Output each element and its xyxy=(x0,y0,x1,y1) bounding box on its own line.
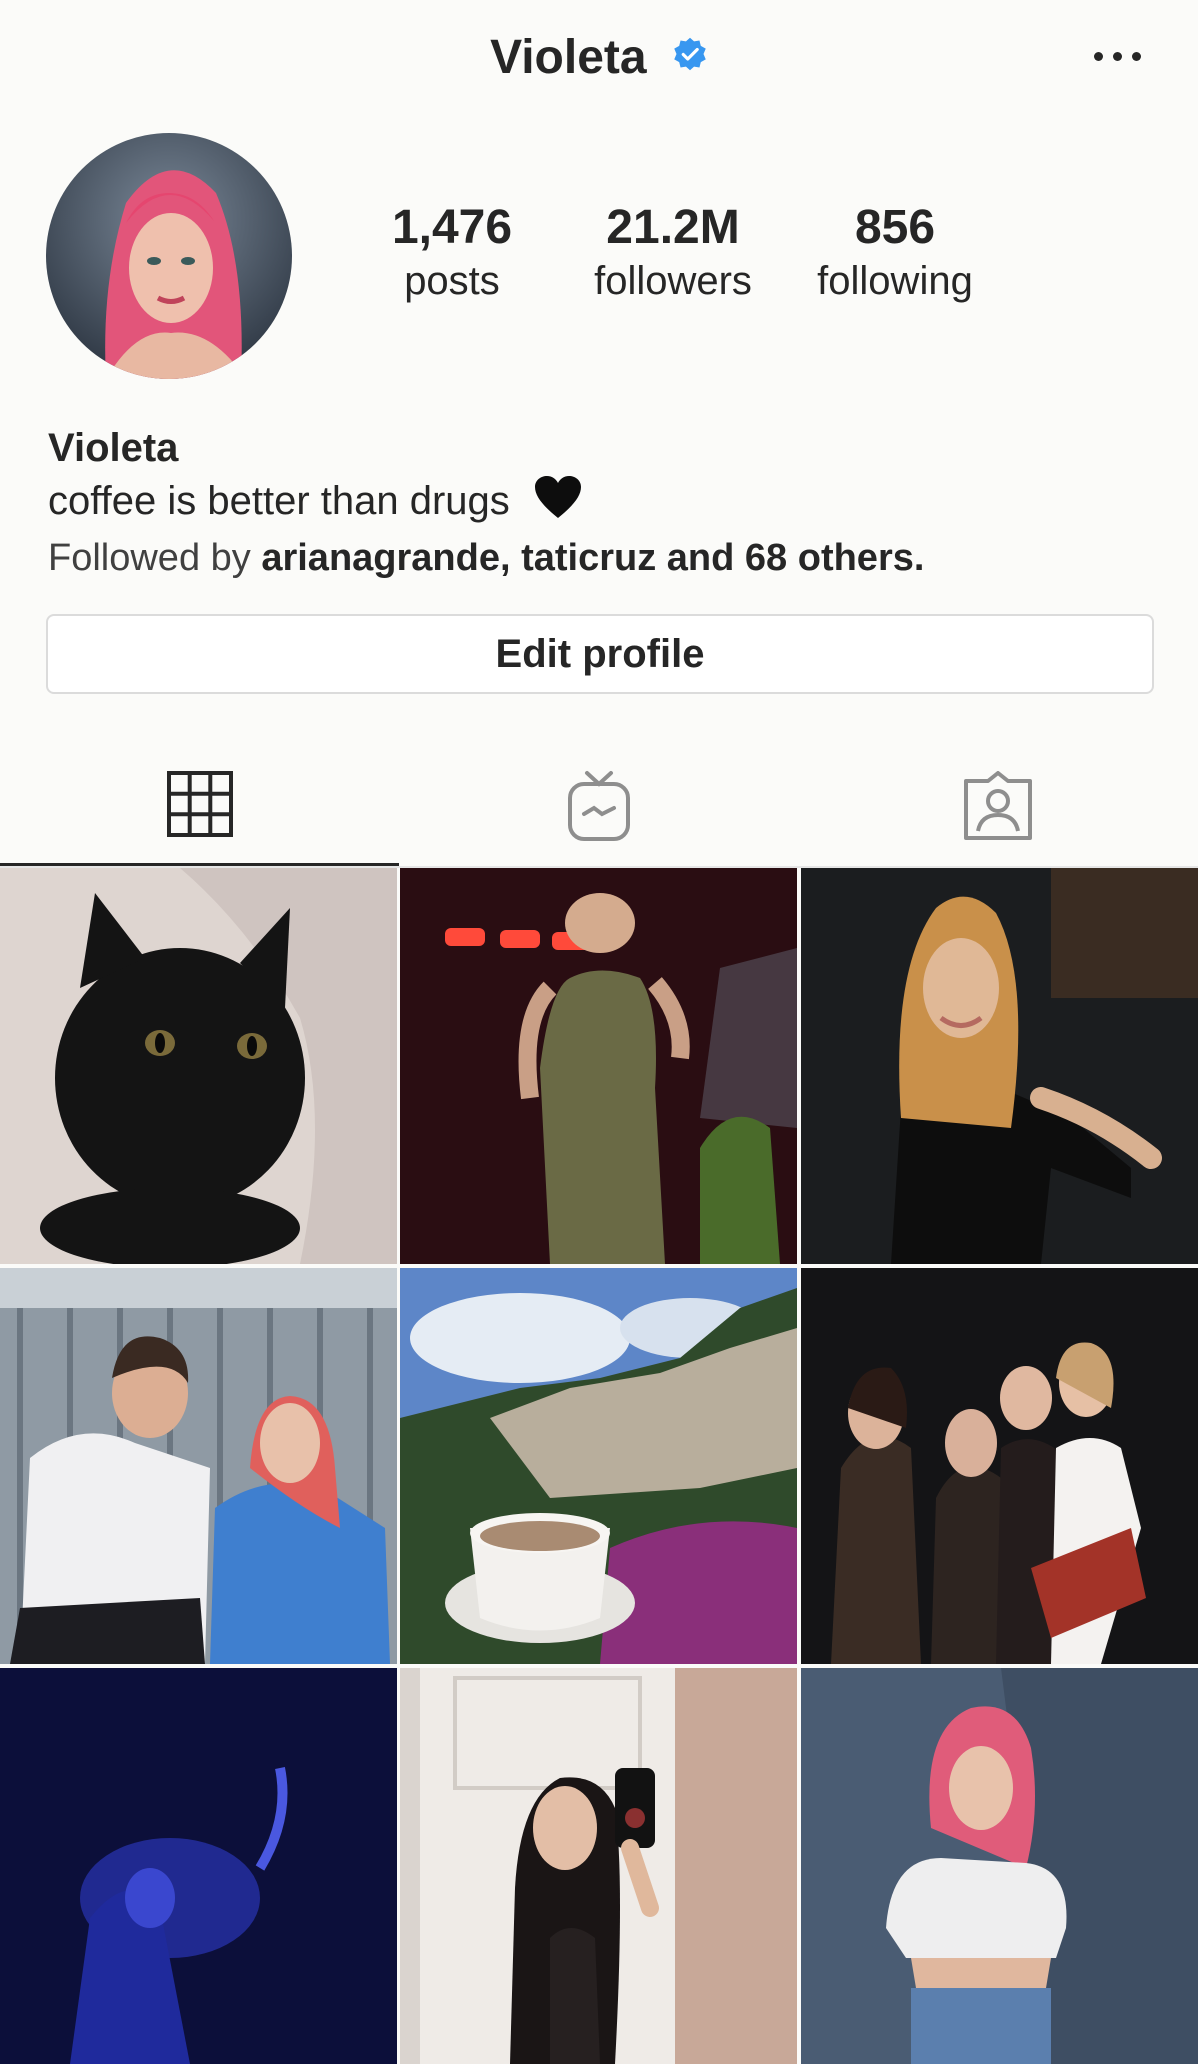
username-text: Violeta xyxy=(490,31,647,84)
grid-icon xyxy=(166,771,233,842)
post-thumbnail[interactable] xyxy=(0,1268,397,1664)
more-options-icon[interactable] xyxy=(1094,44,1142,68)
tagged-icon xyxy=(963,770,1033,846)
post-thumbnail[interactable] xyxy=(400,1668,797,2064)
posts-label: posts xyxy=(404,259,500,303)
profile-avatar[interactable] xyxy=(46,133,292,379)
followed-by-names: arianagrande, taticruz and 68 others. xyxy=(261,537,925,579)
top-bar: Violeta xyxy=(0,0,1198,120)
post-thumbnail[interactable] xyxy=(801,1268,1198,1664)
profile-bio: Violeta coffee is better than drugs Foll… xyxy=(48,422,1148,583)
verified-badge-icon xyxy=(672,29,708,84)
post-thumbnail[interactable] xyxy=(400,1268,797,1664)
bio-text-line: coffee is better than drugs xyxy=(48,474,1148,533)
followers-label: followers xyxy=(594,259,752,303)
followed-by-prefix: Followed by xyxy=(48,537,251,579)
followers-value: 21.2M xyxy=(606,201,740,254)
profile-username-title: Violeta xyxy=(0,30,1198,85)
following-label: following xyxy=(817,259,973,303)
post-thumbnail[interactable] xyxy=(0,1668,397,2064)
followed-by-text[interactable]: Followed by arianagrande, taticruz and 6… xyxy=(48,533,1148,583)
black-heart-icon xyxy=(533,474,583,533)
tab-grid[interactable] xyxy=(0,750,399,866)
posts-count[interactable]: 1,476 posts xyxy=(342,200,562,306)
followers-count[interactable]: 21.2M followers xyxy=(563,200,783,306)
posts-value: 1,476 xyxy=(391,201,513,254)
tab-igtv[interactable] xyxy=(399,750,798,866)
bio-name: Violeta xyxy=(48,426,179,470)
bio-text: coffee is better than drugs xyxy=(48,479,510,524)
post-thumbnail[interactable] xyxy=(0,868,397,1264)
following-value: 856 xyxy=(854,201,936,254)
post-thumbnail[interactable] xyxy=(801,868,1198,1264)
igtv-icon xyxy=(567,770,631,847)
following-count[interactable]: 856 following xyxy=(785,200,1005,306)
edit-profile-button[interactable]: Edit profile xyxy=(46,614,1154,694)
post-thumbnail[interactable] xyxy=(400,868,797,1264)
tab-tagged[interactable] xyxy=(798,750,1197,866)
profile-tabs xyxy=(0,750,1198,868)
post-thumbnail[interactable] xyxy=(801,1668,1198,2064)
